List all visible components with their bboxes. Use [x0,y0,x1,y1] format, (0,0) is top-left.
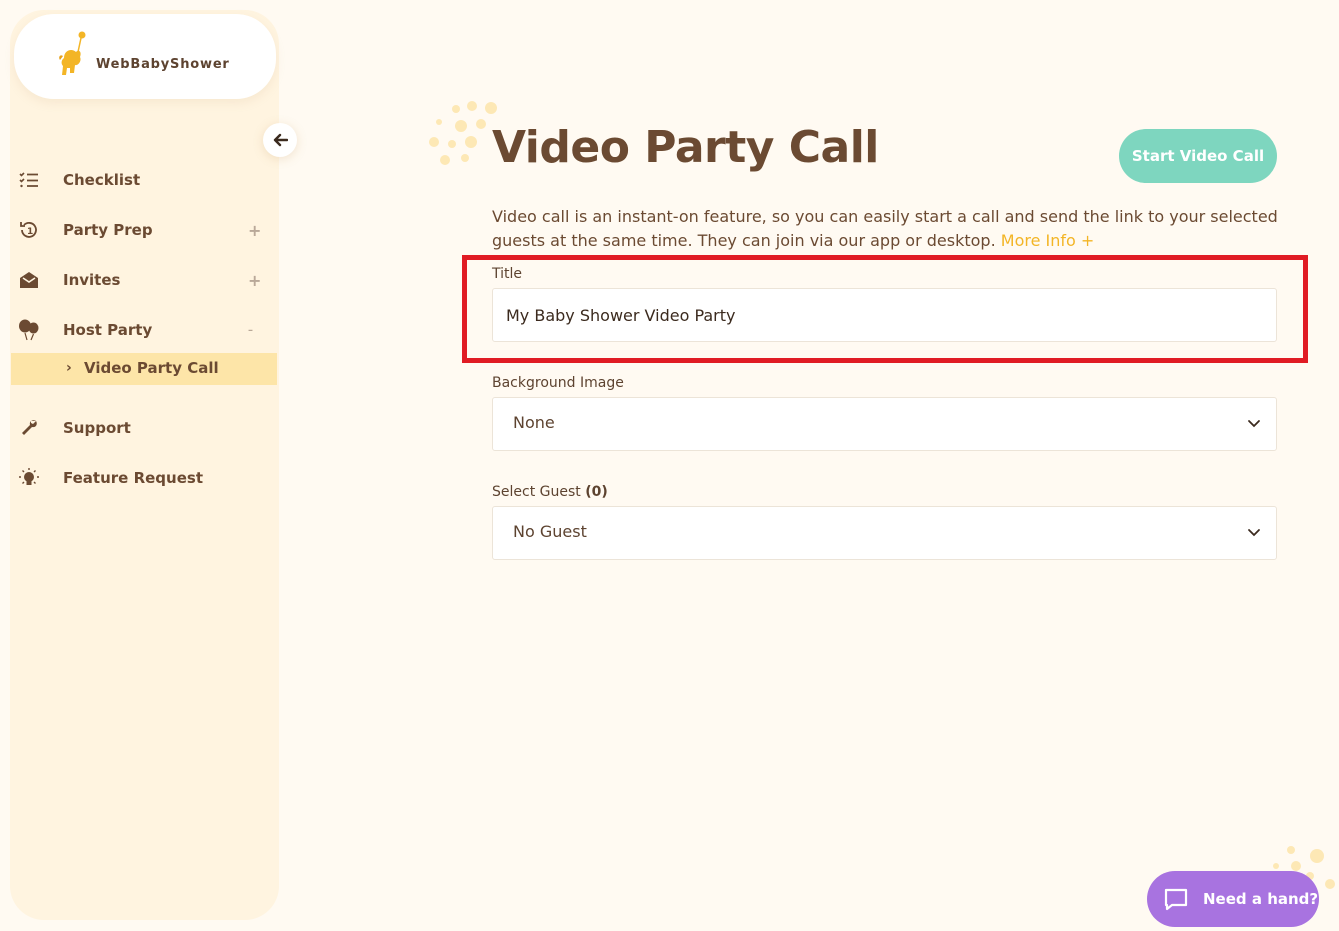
collapse-sidebar-button[interactable] [263,123,297,157]
page-title: Video Party Call [492,122,879,173]
lightbulb-icon [18,467,40,489]
page-description: Video call is an instant-on feature, so … [492,205,1292,253]
sidebar-item-label: Checklist [63,171,141,189]
title-input[interactable] [492,288,1277,342]
description-text: Video call is an instant-on feature, so … [492,207,1278,250]
sidebar: WebBabyShower Checklist 1 Party Prep + I… [10,10,297,920]
sidebar-item-feature-request[interactable]: Feature Request [10,461,279,495]
chat-icon [1164,888,1188,911]
sidebar-item-party-prep[interactable]: 1 Party Prep + [10,213,279,247]
sidebar-item-checklist[interactable]: Checklist [10,163,279,197]
sidebar-item-label: Invites [63,271,121,289]
sidebar-item-label: Host Party [63,321,153,339]
logo-card[interactable]: WebBabyShower [14,14,276,99]
svg-text:1: 1 [27,227,33,237]
background-image-label: Background Image [492,375,624,391]
select-value: No Guest [513,522,587,541]
sidebar-item-label: Support [63,419,131,437]
sidebar-subitem-label: Video Party Call [84,359,219,377]
collapse-icon[interactable]: – [248,325,253,336]
need-a-hand-label: Need a hand? [1203,890,1319,908]
envelope-icon [18,269,40,291]
chevron-down-icon [1248,420,1260,428]
chevron-down-icon [1248,529,1260,537]
sidebar-subitem-video-party-call[interactable]: › Video Party Call [11,353,277,385]
chevron-right-icon: › [66,360,72,376]
guest-count: (0) [585,484,608,500]
logo-text: WebBabyShower [96,57,230,72]
balloons-icon [18,319,40,341]
arrow-left-icon [273,133,288,147]
history-icon: 1 [18,219,40,241]
select-guest-label-text: Select Guest [492,484,581,500]
sidebar-item-support[interactable]: Support [10,411,279,445]
sidebar-item-label: Feature Request [63,469,203,487]
select-value: None [513,413,555,432]
wrench-icon [18,417,40,439]
sidebar-item-invites[interactable]: Invites + [10,263,279,297]
select-guest-select[interactable]: No Guest [492,506,1277,560]
sidebar-item-label: Party Prep [63,221,153,239]
elephant-logo-icon [59,31,86,75]
select-guest-label: Select Guest (0) [492,484,608,500]
background-image-select[interactable]: None [492,397,1277,451]
title-field-label: Title [492,266,523,282]
need-a-hand-button[interactable]: Need a hand? [1147,871,1319,927]
expand-icon[interactable]: + [248,221,261,240]
more-info-link[interactable]: More Info + [1001,231,1095,250]
expand-icon[interactable]: + [248,271,261,290]
start-video-call-button[interactable]: Start Video Call [1119,129,1277,183]
checklist-icon [18,169,40,191]
sidebar-item-host-party[interactable]: Host Party – [10,313,279,347]
